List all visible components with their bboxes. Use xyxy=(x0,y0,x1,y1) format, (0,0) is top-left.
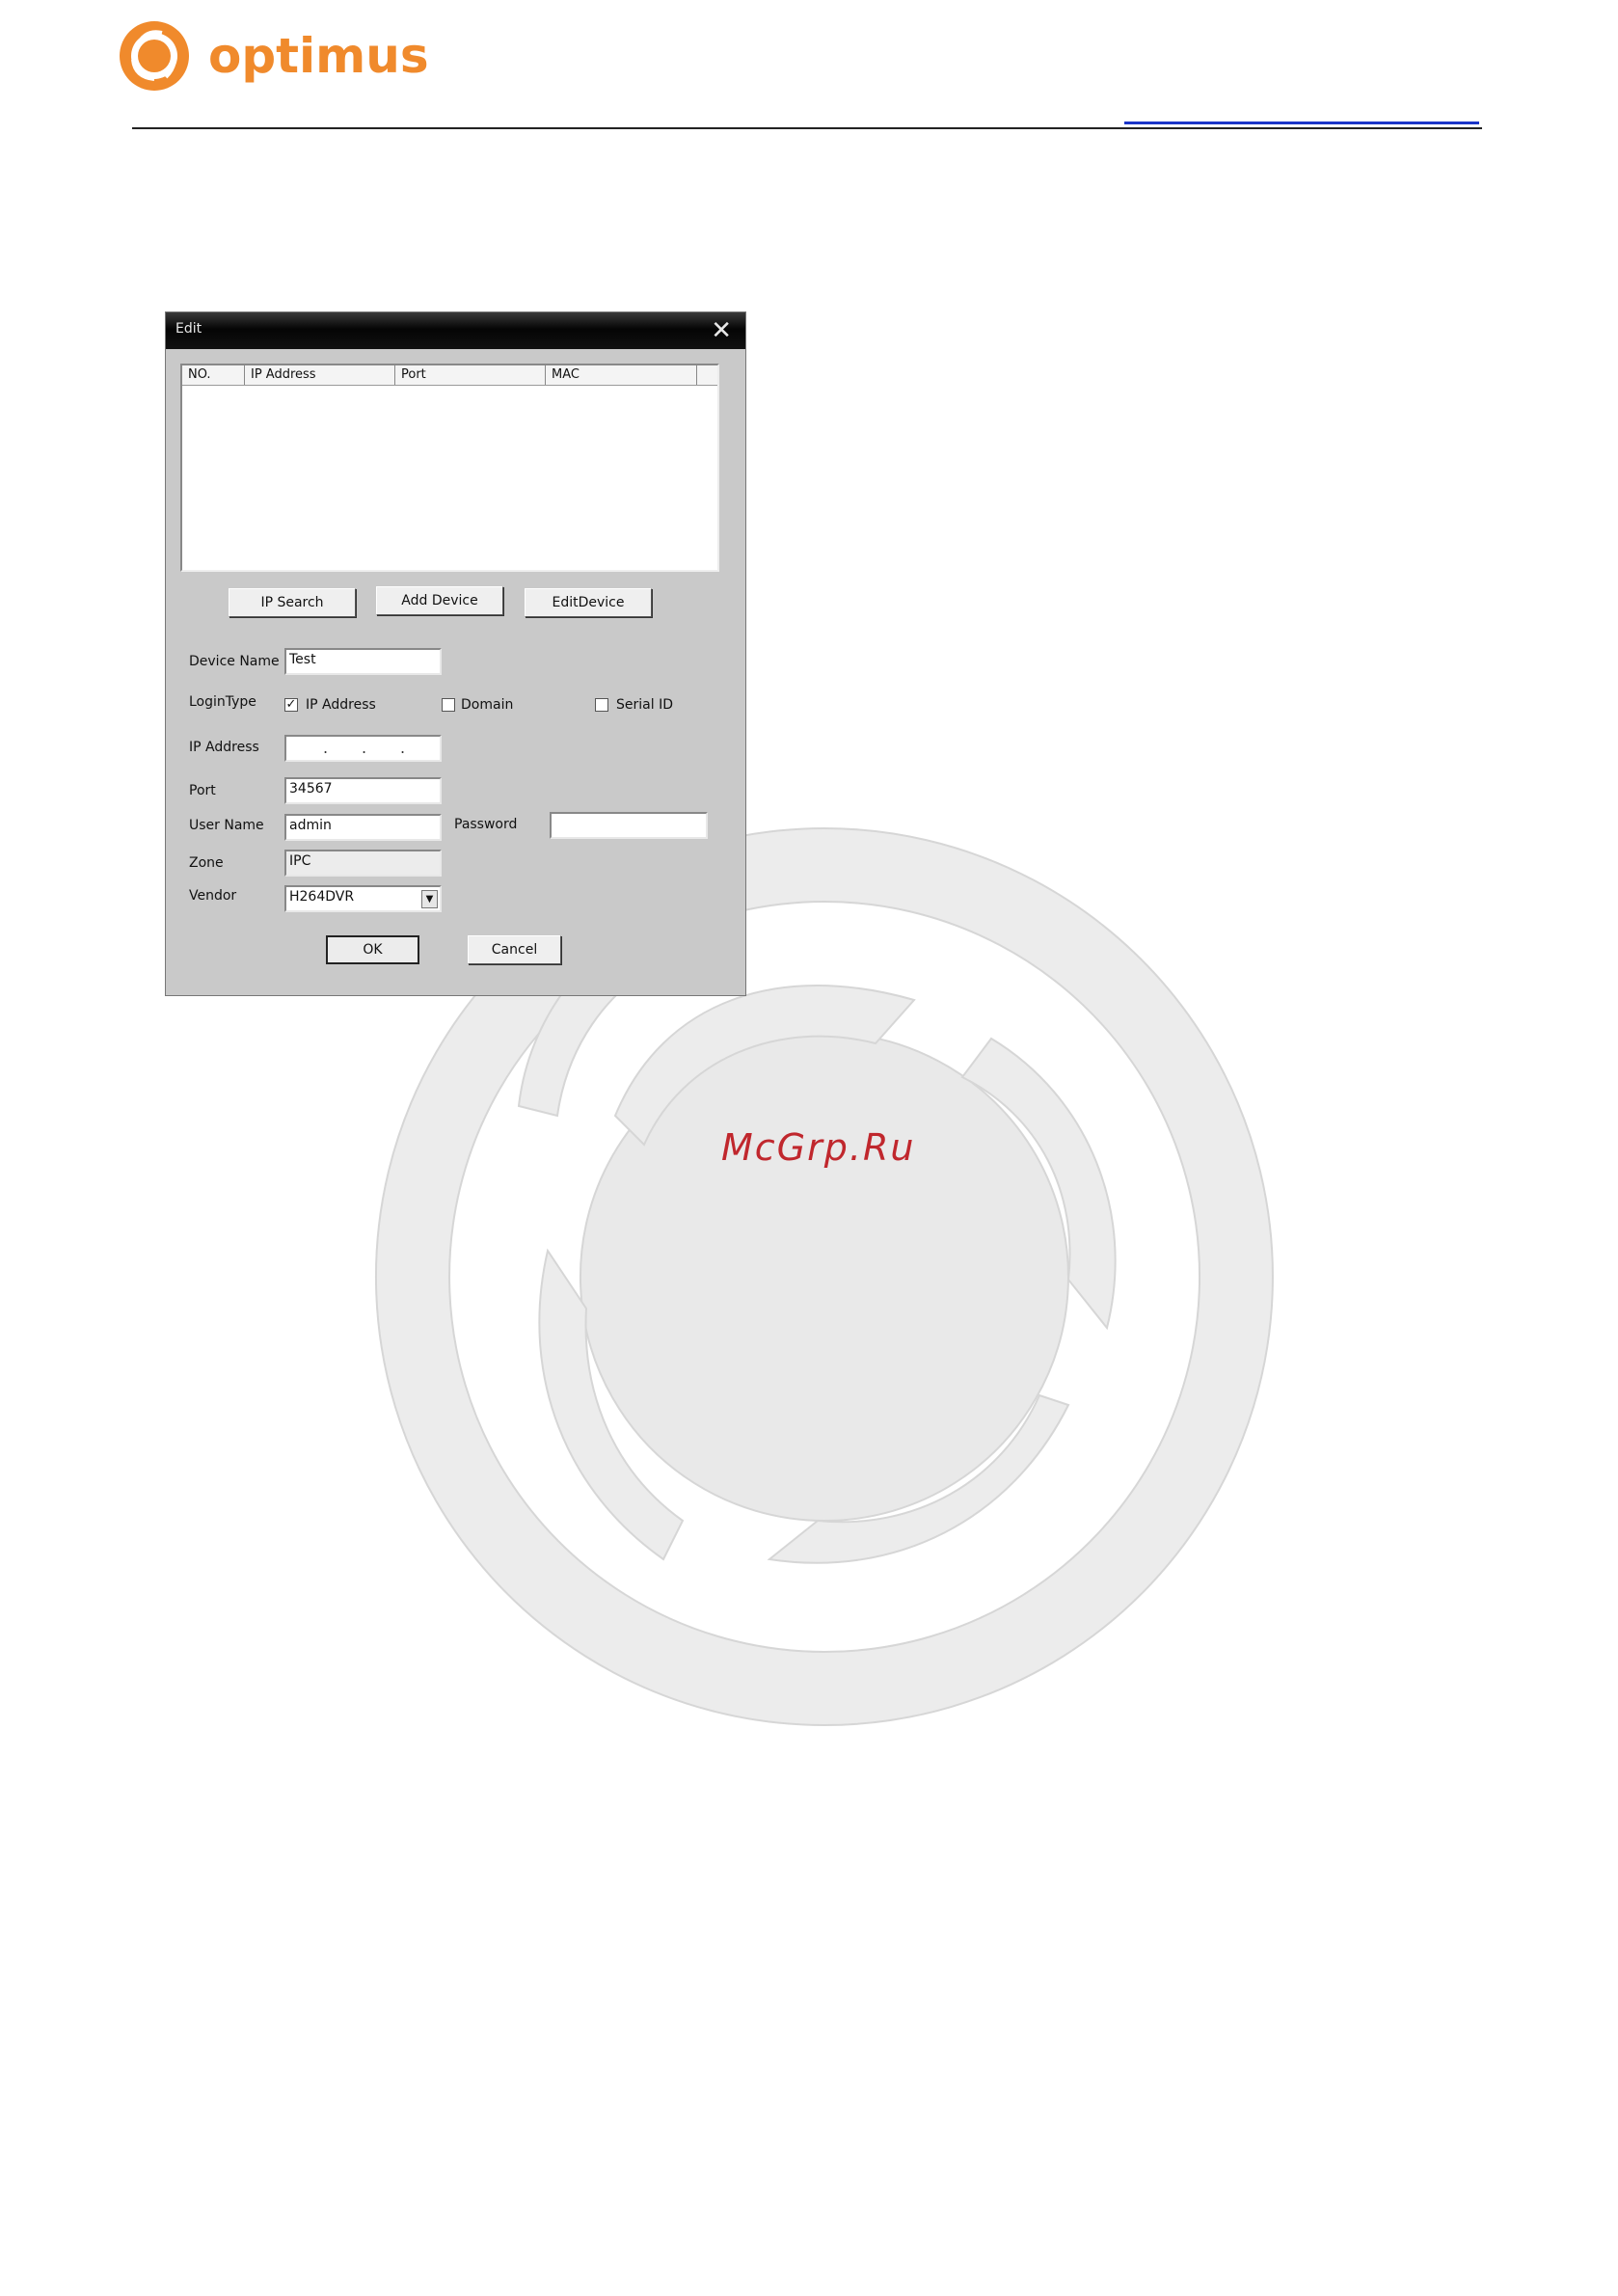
column-header-no[interactable]: NO. xyxy=(182,365,245,385)
port-label: Port xyxy=(189,783,216,798)
zone-label: Zone xyxy=(189,855,224,871)
aperture-logo-icon xyxy=(120,21,189,91)
password-label: Password xyxy=(454,817,518,832)
user-name-field[interactable]: admin xyxy=(284,814,442,841)
serial-id-option-label: Serial ID xyxy=(616,697,673,713)
domain-checkbox[interactable] xyxy=(442,698,455,712)
serial-id-checkbox[interactable] xyxy=(595,698,608,712)
ok-button[interactable]: OK xyxy=(326,935,419,964)
device-name-field[interactable]: Test xyxy=(284,648,442,675)
ip-search-button[interactable]: IP Search xyxy=(229,588,356,617)
ip-address-checkbox[interactable]: ✓ xyxy=(284,698,298,712)
chevron-down-icon[interactable]: ▼ xyxy=(421,890,438,908)
dialog-titlebar[interactable]: Edit ✕ xyxy=(166,312,745,349)
column-header-ip-address[interactable]: IP Address xyxy=(245,365,395,385)
column-header-port[interactable]: Port xyxy=(395,365,546,385)
device-list-header: NO. IP Address Port MAC xyxy=(182,365,717,386)
close-icon[interactable]: ✕ xyxy=(711,318,732,343)
ip-address-field[interactable]: . . . xyxy=(284,735,442,762)
column-header-filler xyxy=(697,365,717,385)
brand-name: optimus xyxy=(208,28,429,84)
ip-address-option-label: IP Address xyxy=(306,697,376,713)
device-name-label: Device Name xyxy=(189,654,280,669)
port-field[interactable]: 34567 xyxy=(284,777,442,804)
vendor-selected-value: H264DVR xyxy=(289,889,355,905)
watermark-text: McGrp.Ru xyxy=(721,1126,916,1169)
edit-device-button[interactable]: EditDevice xyxy=(525,588,652,617)
vendor-label: Vendor xyxy=(189,888,237,904)
password-field[interactable] xyxy=(550,812,708,839)
device-list[interactable]: NO. IP Address Port MAC xyxy=(180,364,719,572)
cancel-button[interactable]: Cancel xyxy=(468,935,561,964)
ip-address-label: IP Address xyxy=(189,740,259,755)
zone-field: IPC xyxy=(284,850,442,877)
header-divider xyxy=(132,127,1482,129)
login-type-label: LoginType xyxy=(189,694,256,710)
user-name-label: User Name xyxy=(189,818,264,833)
domain-option-label: Domain xyxy=(461,697,514,713)
vendor-select[interactable]: H264DVR ▼ xyxy=(284,885,442,912)
add-device-button[interactable]: Add Device xyxy=(376,586,503,615)
column-header-mac[interactable]: MAC xyxy=(546,365,697,385)
dialog-title: Edit xyxy=(175,321,202,337)
edit-dialog: Edit ✕ NO. IP Address Port MAC IP Search… xyxy=(165,311,746,996)
brand-logo: optimus xyxy=(116,17,429,95)
header-link-underline[interactable] xyxy=(1124,122,1479,124)
